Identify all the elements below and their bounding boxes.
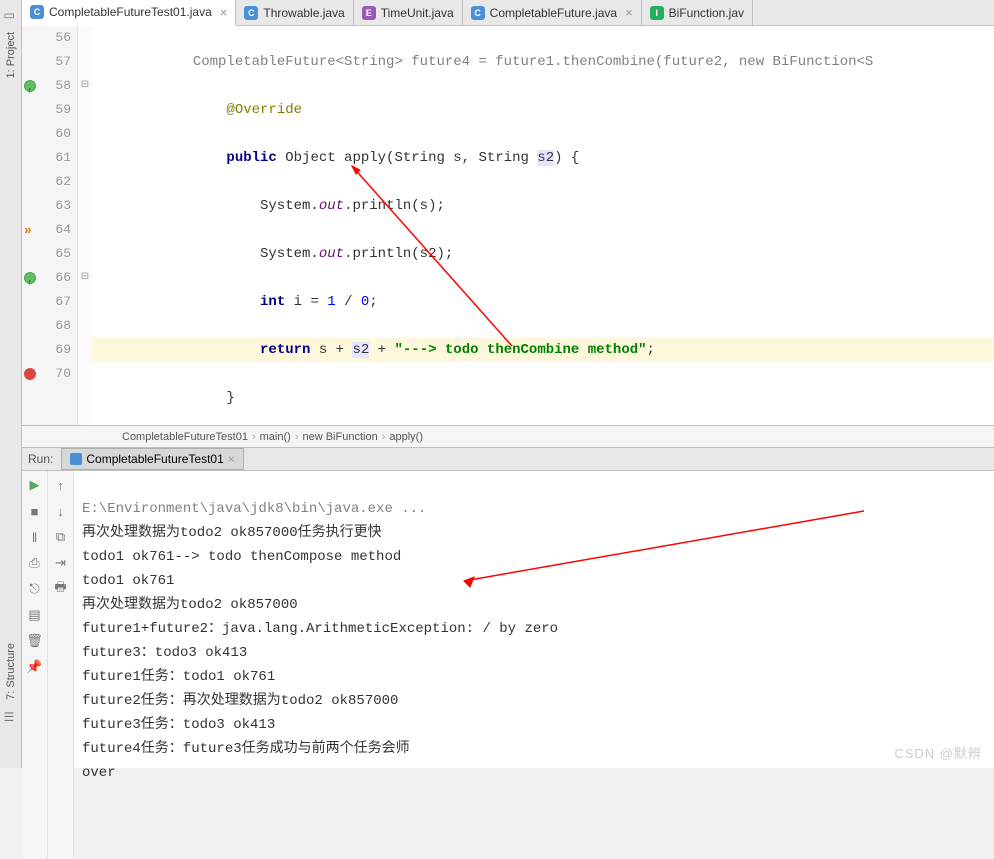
up-button[interactable]: ↑	[51, 475, 71, 495]
java-class-icon: C	[30, 5, 44, 19]
tab-completablefuturetest01[interactable]: C CompletableFutureTest01.java ×	[22, 0, 236, 26]
breakpoint-icon[interactable]	[24, 368, 36, 380]
fold-column: ⊟⊟	[78, 26, 92, 425]
run-button[interactable]: ▶	[25, 475, 45, 495]
breadcrumb-item[interactable]: apply()	[389, 431, 423, 443]
tab-bifunction[interactable]: I BiFunction.jav	[642, 0, 753, 25]
tab-timeunit[interactable]: E TimeUnit.java	[354, 0, 463, 25]
breadcrumb-item[interactable]: new BiFunction	[302, 431, 377, 443]
tab-label: Throwable.java	[263, 6, 344, 20]
tab-label: CompletableFuture.java	[490, 6, 617, 20]
console-output[interactable]: E:\Environment\java\jdk8\bin\java.exe ..…	[74, 471, 994, 859]
tab-label: CompletableFutureTest01.java	[49, 5, 212, 19]
run-label: Run:	[28, 452, 53, 466]
tab-throwable[interactable]: C Throwable.java	[236, 0, 353, 25]
override-gutter-icon[interactable]	[24, 272, 36, 284]
structure-icon: ☰	[4, 710, 18, 724]
project-tool-button[interactable]: 1: Project	[3, 26, 19, 84]
layout-button[interactable]: ▤	[25, 605, 45, 625]
run-config-tab[interactable]: CompletableFutureTest01 ×	[61, 448, 243, 470]
pause-button[interactable]: ‖	[25, 527, 45, 547]
run-toolbar-secondary: ↑ ↓ ⧉ ⇥ 🖶	[48, 471, 74, 859]
dump-button[interactable]: ⎙	[25, 553, 45, 573]
run-tab-label: CompletableFutureTest01	[86, 452, 223, 466]
tab-completablefuture[interactable]: C CompletableFuture.java ×	[463, 0, 642, 25]
project-icon: ▭	[4, 8, 18, 22]
watermark: CSDN @默辨	[894, 743, 982, 762]
pin-button[interactable]: 📌	[25, 657, 45, 677]
java-class-icon: C	[471, 6, 485, 20]
down-button[interactable]: ↓	[51, 501, 71, 521]
java-enum-icon: E	[362, 6, 376, 20]
override-gutter-icon[interactable]	[24, 80, 36, 92]
lambda-gutter-icon[interactable]	[24, 224, 36, 236]
run-tool-window: Run: CompletableFutureTest01 × ▶ ■ ‖ ⎙ ⎋…	[22, 448, 994, 768]
print-button[interactable]: 🖶	[51, 579, 71, 599]
breadcrumb-item[interactable]: main()	[260, 431, 291, 443]
close-icon[interactable]: ×	[625, 5, 633, 20]
run-toolbar-primary: ▶ ■ ‖ ⎙ ⎋ ▤ 🗑 📌	[22, 471, 48, 859]
editor-tabs: C CompletableFutureTest01.java × C Throw…	[22, 0, 994, 26]
structure-tool-button[interactable]: 7: Structure	[3, 637, 19, 706]
trash-button[interactable]: 🗑	[25, 631, 45, 651]
java-class-icon: C	[244, 6, 258, 20]
close-icon[interactable]: ×	[228, 452, 235, 466]
scroll-end-button[interactable]: ⇥	[51, 553, 71, 573]
tab-label: TimeUnit.java	[381, 6, 454, 20]
stop-button[interactable]: ■	[25, 501, 45, 521]
tab-label: BiFunction.jav	[669, 6, 744, 20]
run-config-icon	[70, 453, 82, 465]
soft-wrap-button[interactable]: ⧉	[51, 527, 71, 547]
code-editor[interactable]: 56 57 58 59 60 61 62 63 64 65 66 67 68 6…	[22, 26, 994, 426]
exit-button[interactable]: ⎋	[25, 579, 45, 599]
breadcrumb: CompletableFutureTest01 › main() › new B…	[22, 426, 994, 448]
breadcrumb-item[interactable]: CompletableFutureTest01	[122, 431, 248, 443]
java-interface-icon: I	[650, 6, 664, 20]
run-header: Run: CompletableFutureTest01 ×	[22, 448, 994, 471]
code-area[interactable]: CompletableFuture<String> future4 = futu…	[92, 26, 994, 425]
tool-window-rail: ▭ 1: Project 7: Structure ☰	[0, 0, 22, 768]
close-icon[interactable]: ×	[220, 5, 228, 20]
line-gutter: 56 57 58 59 60 61 62 63 64 65 66 67 68 6…	[22, 26, 78, 425]
